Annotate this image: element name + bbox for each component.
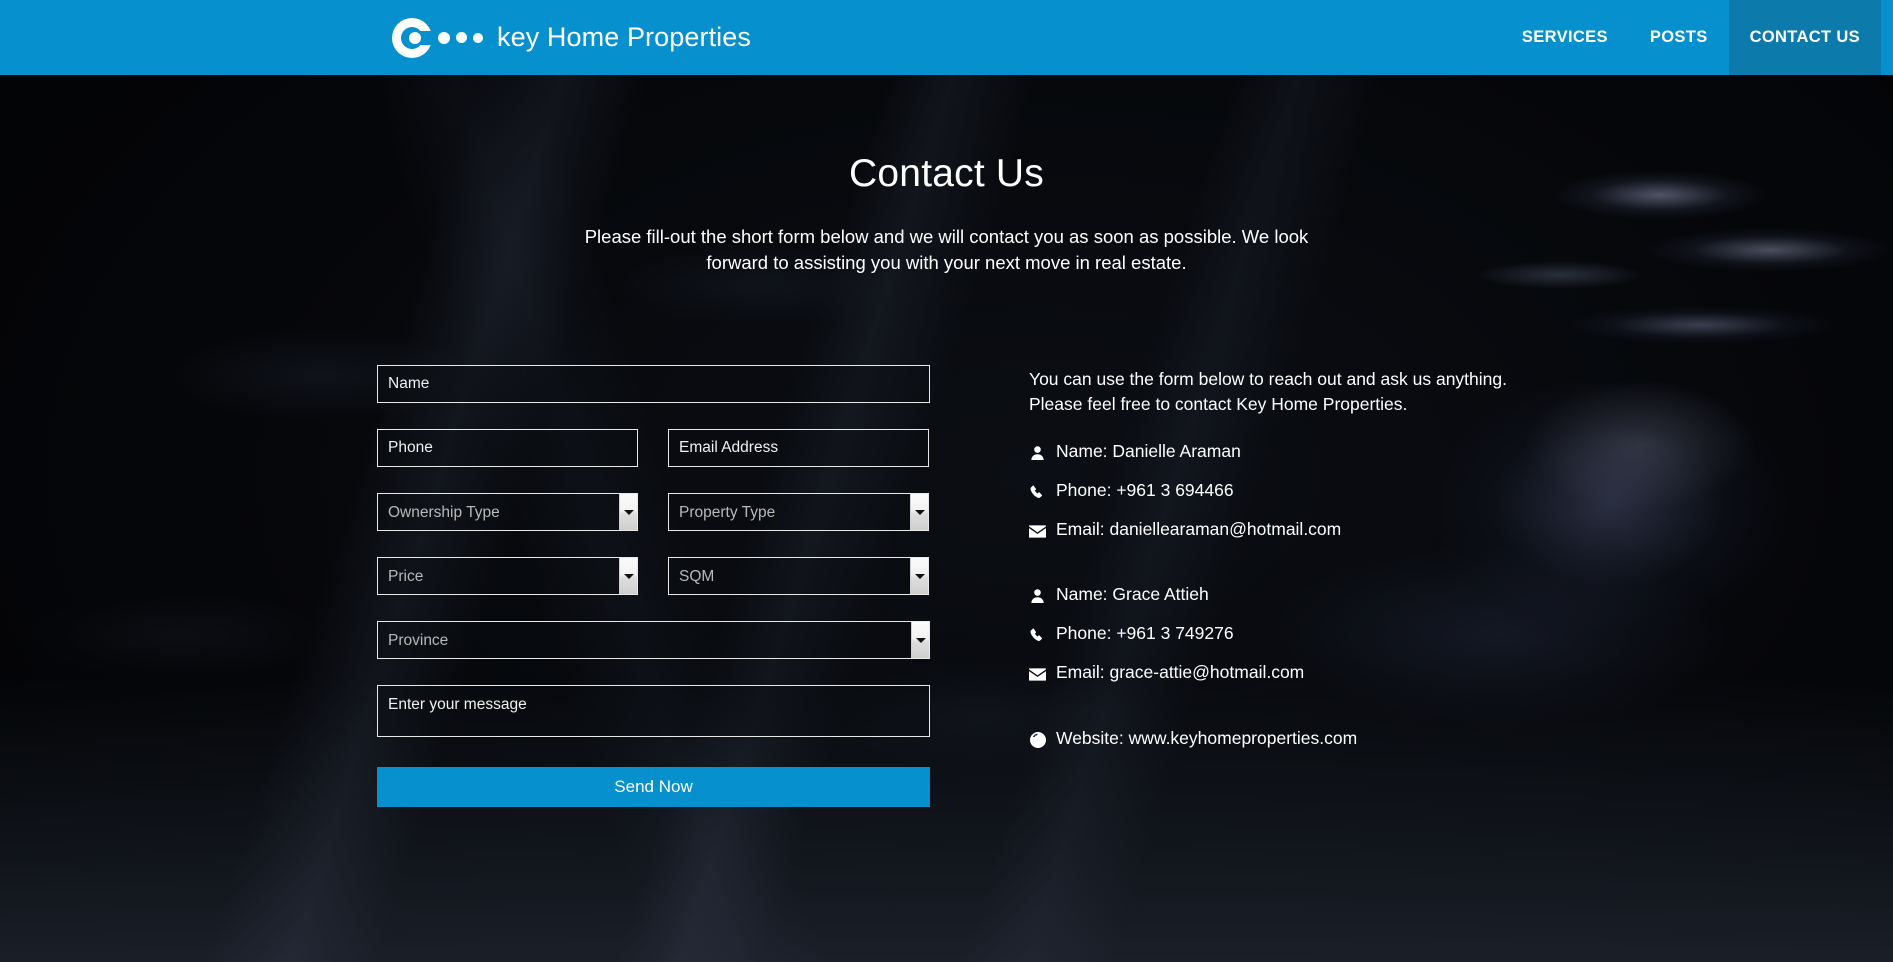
field-message	[377, 685, 930, 737]
ownership-type-select[interactable]: Ownership Type	[377, 493, 638, 531]
form-row-ownership-property: Ownership Type Property Type	[377, 493, 930, 531]
contact-email-text-1[interactable]: Email: daniellearaman@hotmail.com	[1056, 521, 1341, 539]
price-select[interactable]: Price	[377, 557, 638, 595]
field-sqm: SQM	[668, 557, 929, 595]
contact-group-separator	[1029, 560, 1549, 586]
page-root: key Home Properties SERVICES POSTS CONTA…	[0, 0, 1893, 962]
contact-name-line-1: Name: Danielle Araman	[1029, 443, 1549, 462]
contact-phone-text-2: Phone: +961 3 749276	[1056, 623, 1234, 644]
message-textarea[interactable]	[377, 685, 930, 737]
phone-icon	[1029, 626, 1046, 644]
form-row-price-sqm: Price SQM	[377, 557, 930, 595]
nav-item-contact-us[interactable]: CONTACT US	[1728, 0, 1881, 75]
field-price: Price	[377, 557, 638, 595]
contact-email-line-2: Email: grace-attie@hotmail.com	[1029, 664, 1549, 683]
send-now-button[interactable]: Send Now	[377, 767, 930, 807]
phone-input[interactable]	[377, 429, 638, 467]
envelope-icon	[1029, 522, 1046, 540]
contact-intro-text: You can use the form below to reach out …	[1029, 369, 1507, 415]
logo-dot-2-icon	[456, 32, 467, 43]
contact-phone-line-2: Phone: +961 3 749276	[1029, 625, 1549, 644]
field-email	[668, 429, 929, 467]
logo-dot-3-icon	[473, 32, 483, 43]
site-header: key Home Properties SERVICES POSTS CONTA…	[0, 0, 1893, 75]
email-input[interactable]	[668, 429, 929, 467]
brand[interactable]: key Home Properties	[392, 0, 751, 75]
property-type-select[interactable]: Property Type	[668, 493, 929, 531]
nav-right-spacer	[1881, 0, 1893, 75]
contact-email-text-2[interactable]: Email: grace-attie@hotmail.com	[1056, 664, 1304, 682]
brand-name: key Home Properties	[497, 22, 751, 52]
form-row-name	[377, 365, 930, 403]
field-name	[377, 365, 930, 403]
key-circle-logo-icon	[392, 17, 433, 58]
contact-phone-text-1: Phone: +961 3 694466	[1056, 480, 1234, 501]
contact-phone-line-1: Phone: +961 3 694466	[1029, 482, 1549, 501]
form-row-message	[377, 685, 930, 737]
field-province: Province	[377, 621, 930, 659]
field-ownership-type: Ownership Type	[377, 493, 638, 531]
contact-email-line-1: Email: daniellearaman@hotmail.com	[1029, 521, 1549, 540]
form-row-province: Province	[377, 621, 930, 659]
main-navigation: SERVICES POSTS CONTACT US	[1501, 0, 1893, 75]
nav-item-posts[interactable]: POSTS	[1629, 0, 1729, 75]
contact-info-panel: You can use the form below to reach out …	[1029, 367, 1549, 769]
user-icon	[1029, 587, 1046, 605]
website-line: Website: www.keyhomeproperties.com	[1029, 730, 1549, 749]
form-row-phone-email	[377, 429, 930, 467]
page-title: Contact Us	[849, 152, 1044, 195]
page-subtitle: Please fill-out the short form below and…	[584, 226, 1309, 273]
website-text[interactable]: Website: www.keyhomeproperties.com	[1056, 730, 1357, 748]
contact-name-text-2: Name: Grace Attieh	[1056, 584, 1209, 605]
envelope-icon	[1029, 665, 1046, 683]
sqm-select[interactable]: SQM	[668, 557, 929, 595]
contact-name-text-1: Name: Danielle Araman	[1056, 441, 1241, 462]
field-phone	[377, 429, 638, 467]
user-icon	[1029, 444, 1046, 462]
nav-item-services[interactable]: SERVICES	[1501, 0, 1629, 75]
hero-section: Contact Us Please fill-out the short for…	[0, 75, 1893, 275]
website-group-separator	[1029, 703, 1549, 730]
province-select[interactable]: Province	[377, 621, 930, 659]
contact-name-line-2: Name: Grace Attieh	[1029, 586, 1549, 605]
logo	[392, 17, 483, 58]
field-property-type: Property Type	[668, 493, 929, 531]
logo-dot-1-icon	[438, 31, 450, 44]
contact-form: Ownership Type Property Type	[377, 365, 930, 807]
phone-icon	[1029, 483, 1046, 501]
name-input[interactable]	[377, 365, 930, 403]
logo-gap	[419, 30, 433, 45]
globe-icon	[1029, 731, 1046, 749]
